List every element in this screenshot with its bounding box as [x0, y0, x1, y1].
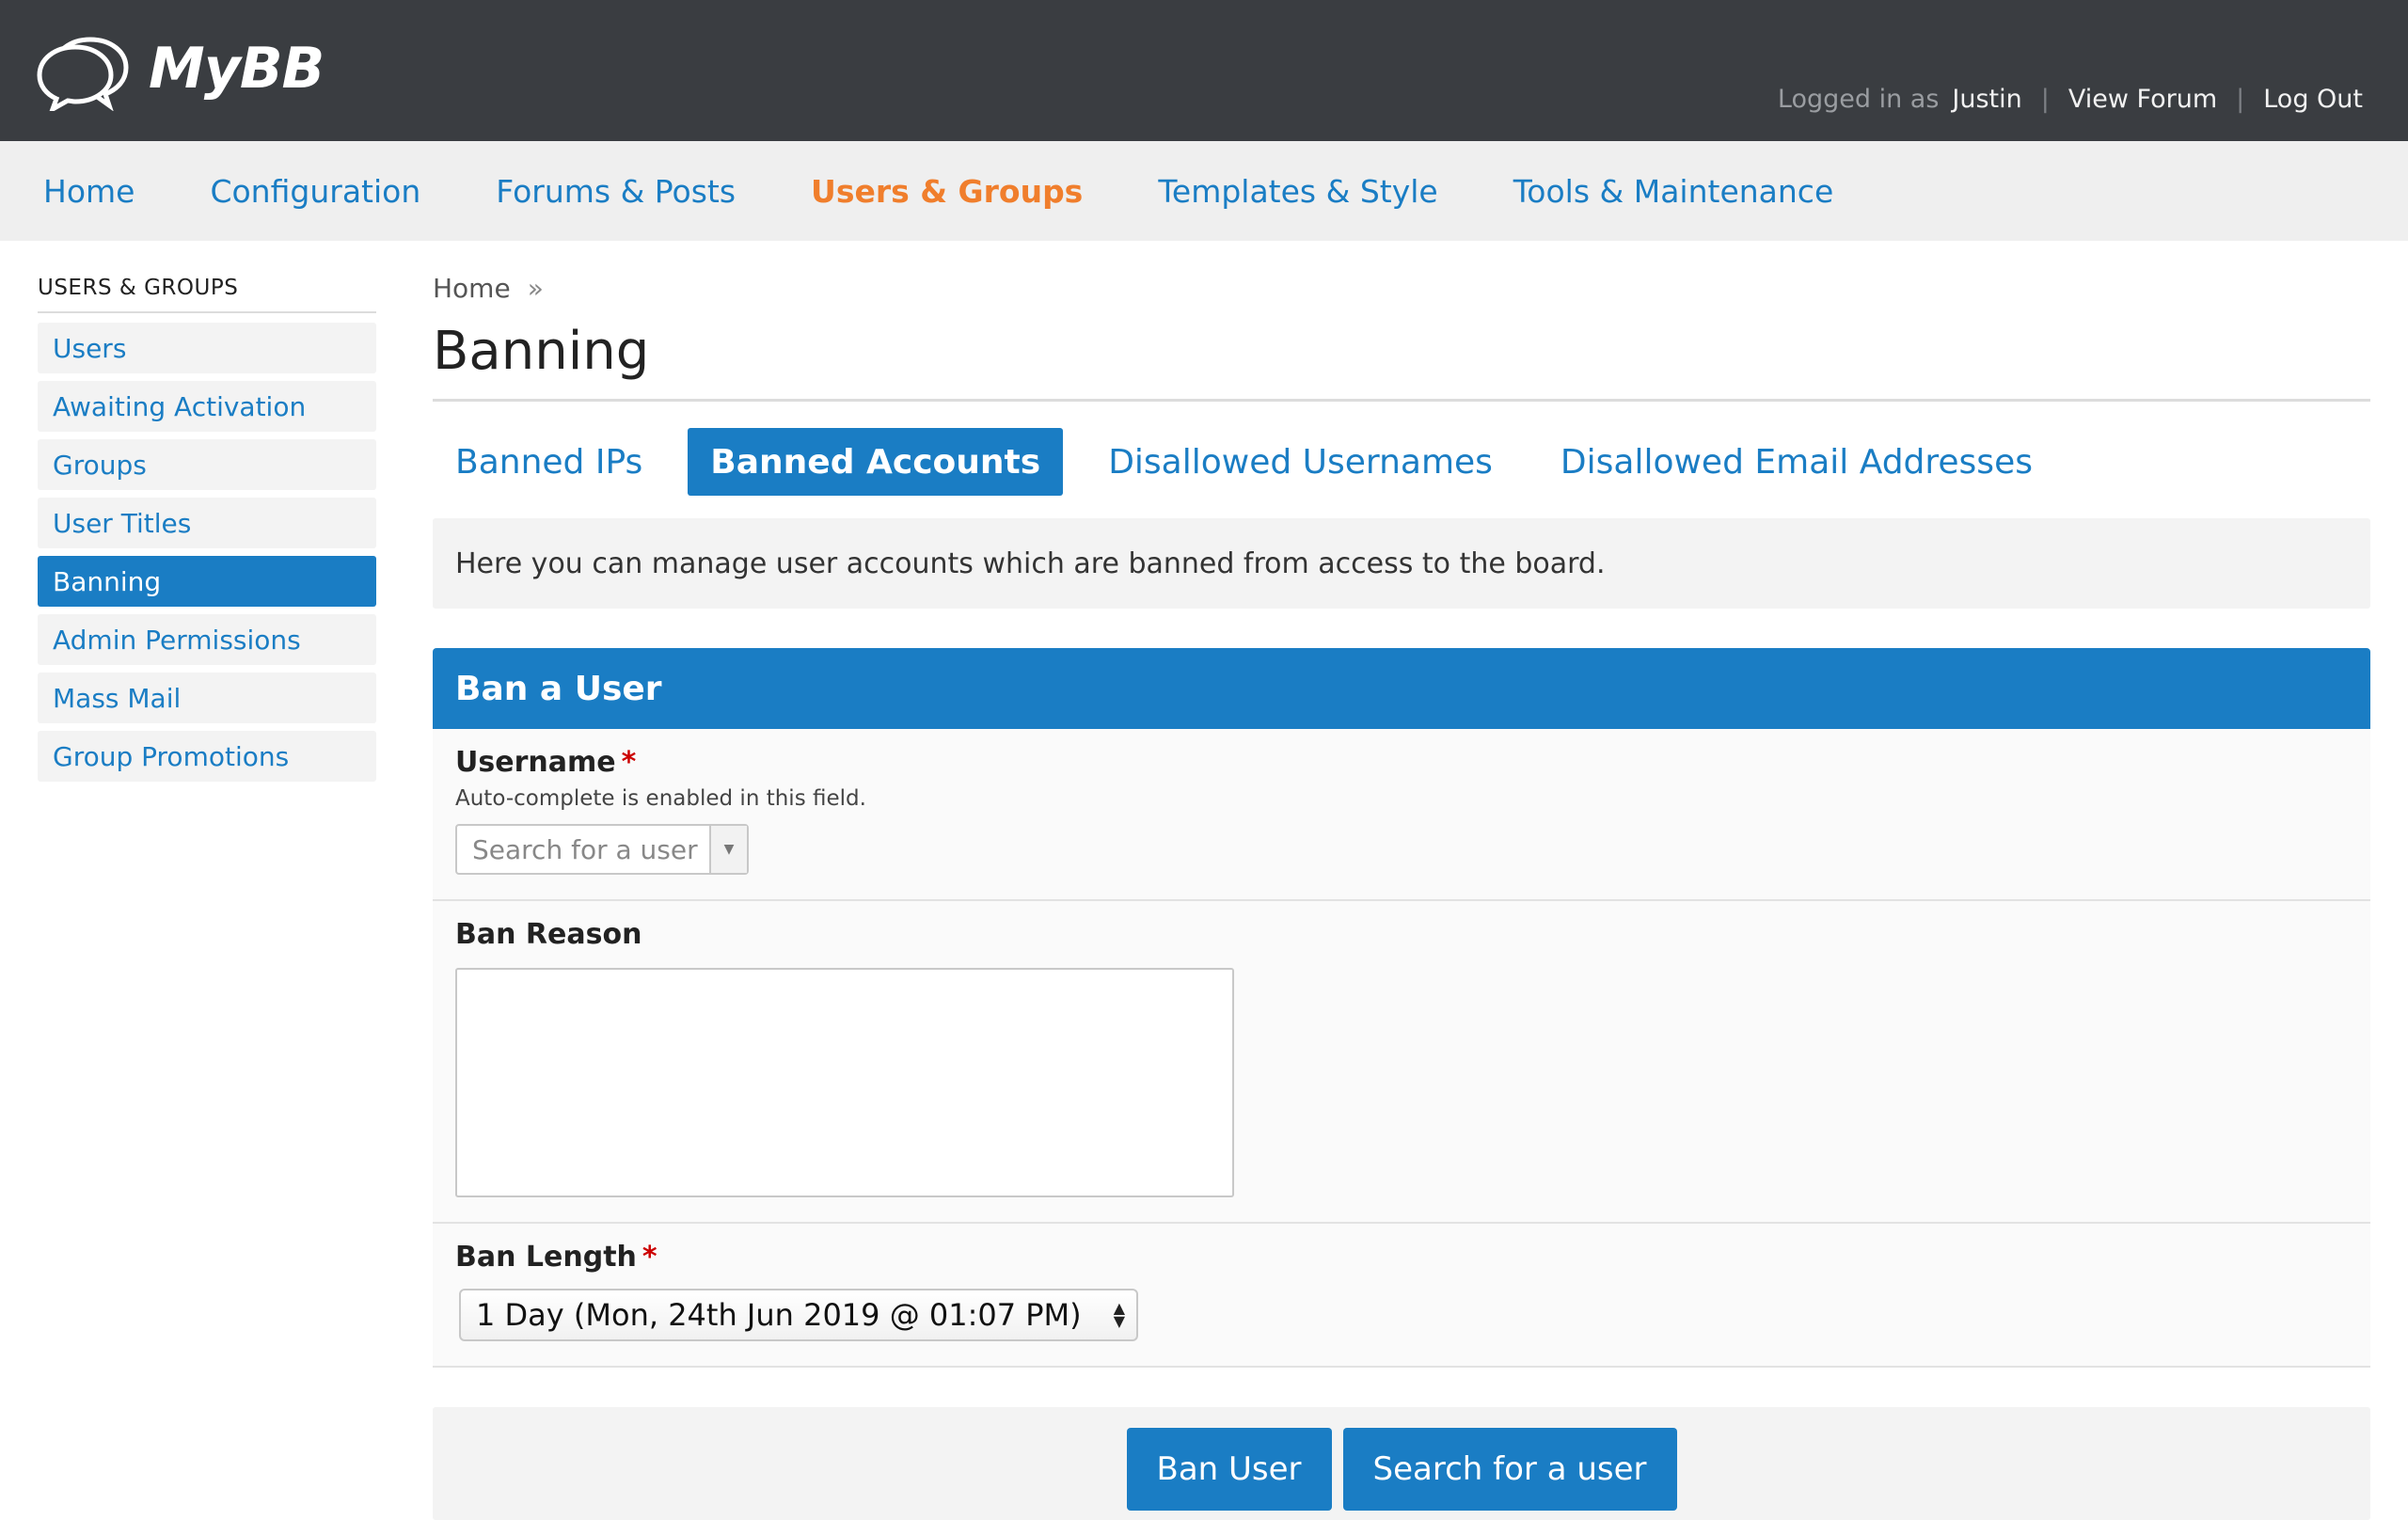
- sidebar-title: USERS & GROUPS: [38, 276, 376, 313]
- form-buttons: Ban User Search for a user: [433, 1407, 2370, 1520]
- username-link[interactable]: Justin: [1952, 85, 2021, 114]
- username-description: Auto-complete is enabled in this field.: [455, 786, 866, 811]
- page-title: Banning: [433, 321, 2370, 402]
- required-mark: *: [642, 1241, 657, 1274]
- info-notice: Here you can manage user accounts which …: [433, 518, 2370, 609]
- tab-disallowed-usernames[interactable]: Disallowed Usernames: [1085, 428, 1515, 496]
- sidebar-item-mass-mail[interactable]: Mass Mail: [38, 673, 376, 723]
- ban-user-button[interactable]: Ban User: [1126, 1428, 1332, 1511]
- sidebar-list: Users Awaiting Activation Groups User Ti…: [38, 323, 376, 782]
- breadcrumb: Home »: [433, 273, 2370, 304]
- separator: |: [2040, 85, 2050, 114]
- sidebar-item-banning[interactable]: Banning: [38, 556, 376, 607]
- breadcrumb-separator: »: [527, 273, 544, 304]
- breadcrumb-home[interactable]: Home: [433, 273, 511, 304]
- top-nav: Home Configuration Forums & Posts Users …: [0, 141, 2408, 241]
- sidebar: USERS & GROUPS Users Awaiting Activation…: [38, 276, 376, 789]
- logged-in-label: Logged in as: [1777, 85, 1940, 114]
- username-label-wrap: Username *: [455, 746, 2348, 779]
- required-mark: *: [621, 746, 637, 779]
- user-links: Logged in as Justin | View Forum | Log O…: [1778, 85, 2363, 114]
- ban-length-row: Ban Length * 1 Day (Mon, 24th Jun 2019 @ …: [433, 1224, 2370, 1368]
- sidebar-item-user-titles[interactable]: User Titles: [38, 498, 376, 548]
- sidebar-item-groups[interactable]: Groups: [38, 439, 376, 490]
- log-out-link[interactable]: Log Out: [2263, 85, 2363, 114]
- tab-banned-ips[interactable]: Banned IPs: [433, 428, 665, 496]
- ban-length-label: Ban Length: [455, 1241, 637, 1274]
- nav-users-groups[interactable]: Users & Groups: [811, 173, 1083, 210]
- ban-user-panel: Ban a User Username * Auto-complete is en…: [433, 648, 2370, 1520]
- sidebar-item-users[interactable]: Users: [38, 323, 376, 373]
- search-user-button[interactable]: Search for a user: [1342, 1428, 1677, 1511]
- sidebar-item-group-promotions[interactable]: Group Promotions: [38, 731, 376, 782]
- dropdown-arrow-icon[interactable]: ▼: [709, 826, 747, 873]
- view-forum-link[interactable]: View Forum: [2068, 85, 2217, 114]
- nav-configuration[interactable]: Configuration: [210, 173, 420, 210]
- separator: |: [2236, 85, 2245, 114]
- username-row: Username * Auto-complete is enabled in th…: [433, 729, 2370, 901]
- ban-reason-label: Ban Reason: [455, 918, 642, 951]
- nav-forums-posts[interactable]: Forums & Posts: [496, 173, 736, 210]
- tab-banned-accounts[interactable]: Banned Accounts: [688, 428, 1064, 496]
- select-arrows-icon: ▲ ▼: [1113, 1299, 1125, 1330]
- speech-bubbles-icon: [37, 37, 129, 111]
- sidebar-item-awaiting-activation[interactable]: Awaiting Activation: [38, 381, 376, 432]
- mybb-logo[interactable]: MyBB: [36, 26, 325, 111]
- nav-templates-style[interactable]: Templates & Style: [1158, 173, 1437, 210]
- ban-length-label-wrap: Ban Length *: [455, 1241, 2348, 1274]
- nav-home[interactable]: Home: [43, 173, 135, 210]
- username-search-input[interactable]: [457, 826, 709, 873]
- tab-disallowed-email-addresses[interactable]: Disallowed Email Addresses: [1538, 428, 2055, 496]
- header-bar: MyBB Logged in as Justin | View Forum | …: [0, 0, 2408, 141]
- nav-tools-maintenance[interactable]: Tools & Maintenance: [1513, 173, 1834, 210]
- panel-header: Ban a User: [433, 648, 2370, 729]
- logo-text: MyBB: [149, 36, 325, 102]
- ban-length-selected: 1 Day (Mon, 24th Jun 2019 @ 01:07 PM): [476, 1297, 1082, 1333]
- username-label: Username: [455, 746, 616, 779]
- ban-reason-row: Ban Reason: [433, 901, 2370, 1224]
- sidebar-item-admin-permissions[interactable]: Admin Permissions: [38, 614, 376, 665]
- ban-reason-textarea[interactable]: [455, 968, 1234, 1197]
- tab-bar: Banned IPs Banned Accounts Disallowed Us…: [433, 428, 2370, 496]
- ban-length-select[interactable]: 1 Day (Mon, 24th Jun 2019 @ 01:07 PM) ▲ ▼: [459, 1289, 1138, 1341]
- main-content: Home » Banning Banned IPs Banned Account…: [433, 273, 2370, 1520]
- username-autocomplete[interactable]: ▼: [455, 824, 749, 875]
